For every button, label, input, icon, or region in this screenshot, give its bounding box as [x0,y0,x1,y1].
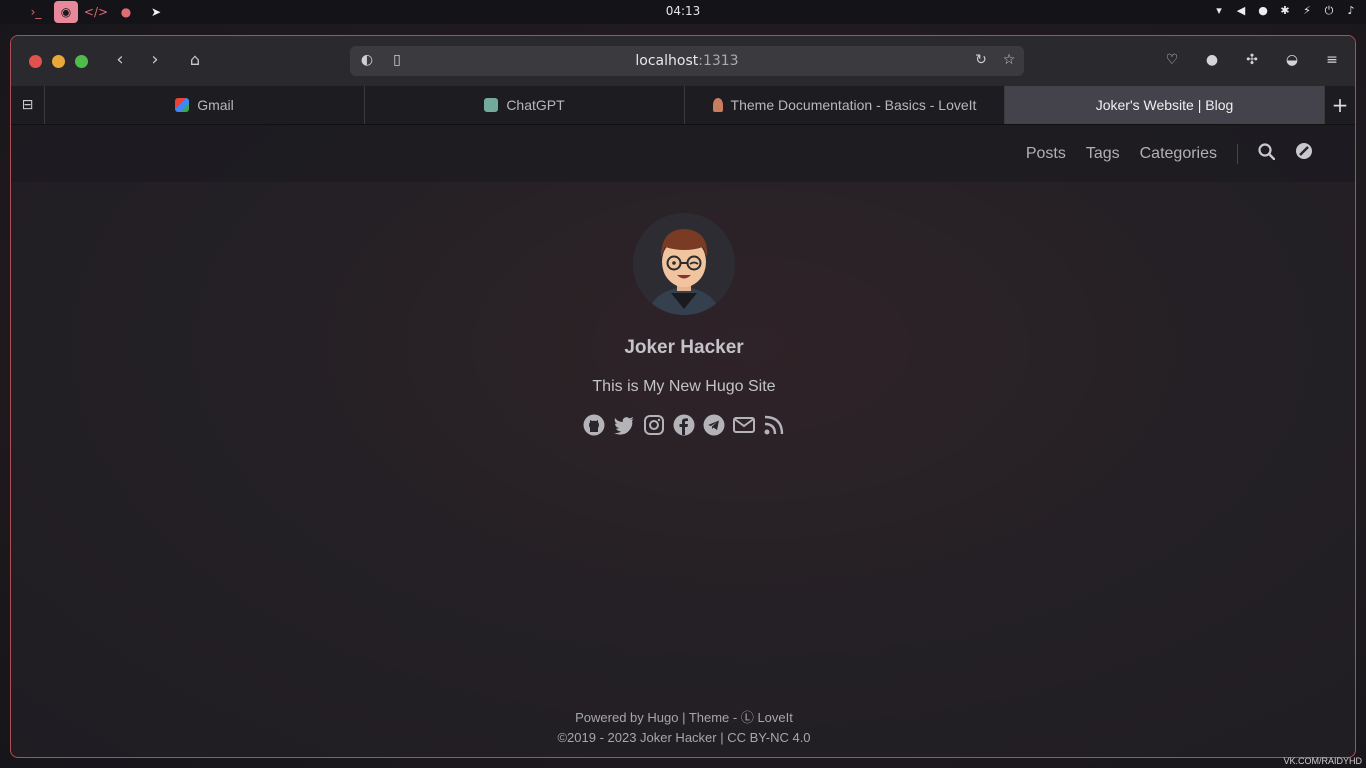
forward-icon[interactable]: › [144,50,166,72]
system-top-bar: ›_ ◉ </> ● ➤ 04:13 ▾ ◀ ● ✱ ⚡ ⏻ ♪ [0,0,1366,24]
profile-subtitle: This is My New Hugo Site [592,378,776,395]
site-menu: Posts Tags Categories [1026,125,1313,182]
email-icon[interactable] [732,413,756,437]
telegram-icon[interactable]: ➤ [144,1,168,23]
system-clock: 04:13 [665,4,701,18]
tab-strip: ⊟ Gmail ChatGPT Theme Documentation - Ba… [11,86,1355,125]
new-tab-button[interactable]: + [1325,86,1355,124]
facebook-icon[interactable] [672,413,696,437]
notification-bell-icon[interactable]: ♪ [1344,4,1358,18]
pocket-icon[interactable]: ♡ [1162,50,1182,70]
chat-icon[interactable]: ● [114,1,138,23]
address-bar[interactable]: ◐ ▯ localhost:1313 ↻ ☆ [350,46,1024,76]
theme-switch-icon[interactable] [1295,142,1313,165]
twitter-icon[interactable] [612,413,636,437]
site-header: Posts Tags Categories [11,125,1355,182]
terminal-icon[interactable]: ›_ [24,1,48,23]
tab-label: Joker's Website | Blog [1095,97,1234,113]
volume-icon[interactable]: ◀ [1234,4,1248,18]
status-dot-icon[interactable]: ● [1256,4,1270,18]
maximize-window-button[interactable] [75,54,88,68]
tab-chatgpt[interactable]: ChatGPT [365,86,685,124]
browser-window: ‹ › ⌂ ◐ ▯ localhost:1313 ↻ ☆ ♡ ● ✣ ◒ ≡ ⊟… [10,35,1356,758]
reload-icon[interactable]: ↻ [972,52,990,68]
hamburger-menu-icon[interactable]: ≡ [1322,50,1342,70]
site-footer: Powered by Hugo | Theme - Ⓛ LoveIt ©2019… [11,708,1355,748]
avatar [633,213,735,315]
shield-icon[interactable]: ◐ [358,52,376,68]
menu-tags[interactable]: Tags [1086,145,1120,163]
power-icon[interactable]: ⏻ [1322,4,1336,18]
url-text: localhost:1313 [635,53,739,69]
browser-icon[interactable]: ◉ [54,1,78,23]
search-icon[interactable] [1258,142,1276,165]
tab-label: ChatGPT [506,97,565,113]
app-launcher: ›_ ◉ </> ● ➤ [0,1,168,23]
tab-overview-icon[interactable]: ⊟ [11,86,45,124]
home-profile: Joker Hacker This is My New Hugo Site [11,213,1355,437]
minimize-window-button[interactable] [52,54,65,68]
menu-categories[interactable]: Categories [1140,145,1217,163]
menu-posts[interactable]: Posts [1026,145,1066,163]
avatar-favicon-icon [712,98,723,112]
power-plug-icon[interactable]: ⚡ [1300,4,1314,18]
chatgpt-icon [484,98,499,112]
instagram-icon[interactable] [642,413,666,437]
browser-toolbar: ‹ › ⌂ ◐ ▯ localhost:1313 ↻ ☆ ♡ ● ✣ ◒ ≡ [11,36,1355,86]
window-controls [11,54,88,68]
tab-theme-docs[interactable]: Theme Documentation - Basics - LoveIt [685,86,1005,124]
tab-label: Gmail [197,97,234,113]
social-links [11,413,1355,437]
tab-label: Theme Documentation - Basics - LoveIt [730,97,977,113]
page-info-icon[interactable]: ▯ [388,52,406,68]
footer-powered-by: Powered by Hugo | Theme - Ⓛ LoveIt [575,710,793,725]
tab-gmail[interactable]: Gmail [45,86,365,124]
profile-name: Joker Hacker [624,337,744,358]
watermark: VK.COM/RAIDYHD [1283,756,1362,766]
telegram-icon[interactable] [702,413,726,437]
home-icon[interactable]: ⌂ [184,50,206,72]
code-icon[interactable]: </> [84,1,108,23]
wifi-icon[interactable]: ▾ [1212,4,1226,18]
github-icon[interactable] [582,413,606,437]
back-icon[interactable]: ‹ [109,50,131,72]
gmail-icon [175,98,190,112]
bluetooth-icon[interactable]: ✱ [1278,4,1292,18]
extensions-icon[interactable]: ✣ [1242,50,1262,70]
close-window-button[interactable] [29,54,42,68]
footer-copyright: ©2019 - 2023 Joker Hacker | CC BY-NC 4.0 [557,730,811,745]
system-tray: ▾ ◀ ● ✱ ⚡ ⏻ ♪ [1212,4,1358,18]
rss-icon[interactable] [762,413,786,437]
menu-divider [1237,143,1238,164]
bookmark-star-icon[interactable]: ☆ [1000,52,1018,68]
extension-avatar-icon[interactable]: ● [1202,50,1222,70]
tab-jokers-website[interactable]: Joker's Website | Blog [1005,86,1325,124]
profile-icon[interactable]: ◒ [1282,50,1302,70]
